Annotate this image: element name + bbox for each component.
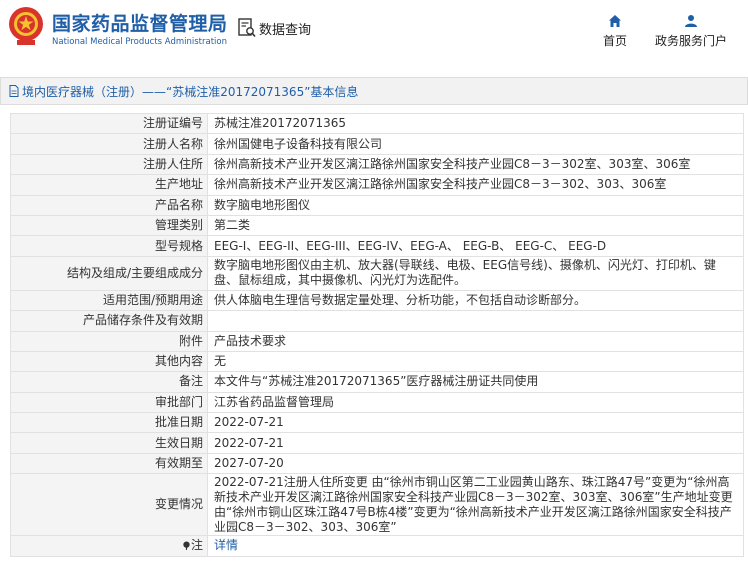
nav-gov-label: 政务服务门户 [654,34,727,48]
row-value: 2022-07-21注册人住所变更 由“徐州市铜山区第二工业园黄山路东、珠江路4… [207,473,744,537]
data-query-label: 数据查询 [259,22,312,38]
table-row: 注册人名称 徐州国健电子设备科技有限公司 [10,133,744,155]
row-label: 其他内容 [10,350,208,373]
table-row: 批准日期 2022-07-21 [10,412,744,434]
row-label: 适用范围/预期用途 [10,289,208,312]
row-label: 注册人名称 [10,133,208,155]
table-row: 注册人住所 徐州高新技术产业开发区漓江路徐州国家安全科技产业园C8－3－302室、… [10,153,744,176]
row-value [207,310,744,332]
note-label-cell: 注 [10,535,208,557]
table-row: 注 详情 [10,535,744,557]
row-label: 有效期至 [10,452,208,475]
note-value-cell: 详情 [207,535,744,557]
table-row: 产品名称 数字脑电地形图仪 [10,194,744,216]
row-label: 注册证编号 [10,112,208,135]
row-value: 第二类 [207,214,744,237]
row-value: EEG-I、EEG-II、EEG-III、EEG-IV、EEG-A、 EEG-B… [207,235,744,257]
row-value: 无 [207,350,744,373]
data-query-link[interactable]: 数据查询 [238,18,311,38]
row-label: 生产地址 [10,174,208,196]
row-label: 审批部门 [10,391,208,414]
row-value: 徐州高新技术产业开发区漓江路徐州国家安全科技产业园C8－3－302、303、30… [207,174,744,196]
table-row: 适用范围/预期用途 供人体脑电生理信号数据定量处理、分析功能，不包括自动诊断部分。 [10,289,744,312]
detail-link[interactable]: 详情 [214,538,238,552]
row-value: 产品技术要求 [207,330,744,352]
row-value: 2022-07-21 [207,412,744,434]
row-label: 结构及组成/主要组成成分 [10,255,208,291]
row-label: 管理类别 [10,214,208,237]
row-label: 注册人住所 [10,153,208,176]
row-value: 供人体脑电生理信号数据定量处理、分析功能，不包括自动诊断部分。 [207,289,744,312]
row-value: 江苏省药品监督管理局 [207,391,744,414]
row-label: 变更情况 [10,473,208,537]
row-label: 型号规格 [10,235,208,257]
table-row: 有效期至 2027-07-20 [10,452,744,475]
national-emblem-icon [9,7,43,45]
org-name-cn: 国家药品监督管理局 [52,13,228,35]
table-row: 其他内容无 [10,350,744,373]
detail-section: 境内医疗器械（注册）——“苏械注准20172071365”基本信息 [0,77,748,105]
home-icon [609,15,621,27]
site-header: 国家药品监督管理局 National Medical Products Admi… [0,0,748,62]
org-name-en: National Medical Products Administration [52,37,227,47]
row-value: 苏械注准20172071365 [207,112,744,135]
table-row: 管理类别 第二类 [10,214,744,237]
device-info-table: 注册证编号 苏械注准20172071365 注册人名称 徐州国健电子设备科技有限公司… [10,112,744,557]
table-row: 变更情况 2022-07-21注册人住所变更 由“徐州市铜山区第二工业园黄山路东、… [10,473,744,537]
section-title-bar: 境内医疗器械（注册）——“苏械注准20172071365”基本信息 [0,77,748,105]
table-row: 型号规格 EEG-I、EEG-II、EEG-III、EEG-IV、EEG-A、 E… [10,235,744,257]
table-row: 产品储存条件及有效期 [10,310,744,332]
pin-icon [183,541,190,551]
table-row: 生产地址 徐州高新技术产业开发区漓江路徐州国家安全科技产业园C8－3－302、30… [10,174,744,196]
user-icon [685,15,697,27]
row-label: 批准日期 [10,412,208,434]
table-row: 审批部门 江苏省药品监督管理局 [10,391,744,414]
nav-home-label: 首页 [602,34,627,48]
table-row: 附件 产品技术要求 [10,330,744,352]
row-value: 本文件与“苏械注准20172071365”医疗器械注册证共同使用 [207,371,744,393]
row-value: 数字脑电地形图仪 [207,194,744,216]
row-label: 产品名称 [10,194,208,216]
row-value: 徐州高新技术产业开发区漓江路徐州国家安全科技产业园C8－3－302室、303室、… [207,153,744,176]
row-label: 产品储存条件及有效期 [10,310,208,332]
row-label: 生效日期 [10,432,208,454]
row-label: 附件 [10,330,208,352]
row-value: 徐州国健电子设备科技有限公司 [207,133,744,155]
document-icon [9,85,19,97]
row-value: 2027-07-20 [207,452,744,475]
nav-home[interactable]: 首页 [600,14,630,49]
row-value: 2022-07-21 [207,432,744,454]
note-label: 注 [190,538,203,553]
table-row: 注册证编号 苏械注准20172071365 [10,112,744,135]
document-search-icon [238,18,256,38]
row-label: 备注 [10,371,208,393]
row-value: 数字脑电地形图仪由主机、放大器(导联线、电极、EEG信号线)、摄像机、闪光灯、打… [207,255,744,291]
section-title: 境内医疗器械（注册）——“苏械注准20172071365”基本信息 [22,84,359,99]
table-row: 备注 本文件与“苏械注准20172071365”医疗器械注册证共同使用 [10,371,744,393]
table-row: 生效日期 2022-07-21 [10,432,744,454]
nav-gov-service[interactable]: 政务服务门户 [652,14,730,49]
table-row: 结构及组成/主要组成成分 数字脑电地形图仪由主机、放大器(导联线、电极、EEG信号… [10,255,744,291]
